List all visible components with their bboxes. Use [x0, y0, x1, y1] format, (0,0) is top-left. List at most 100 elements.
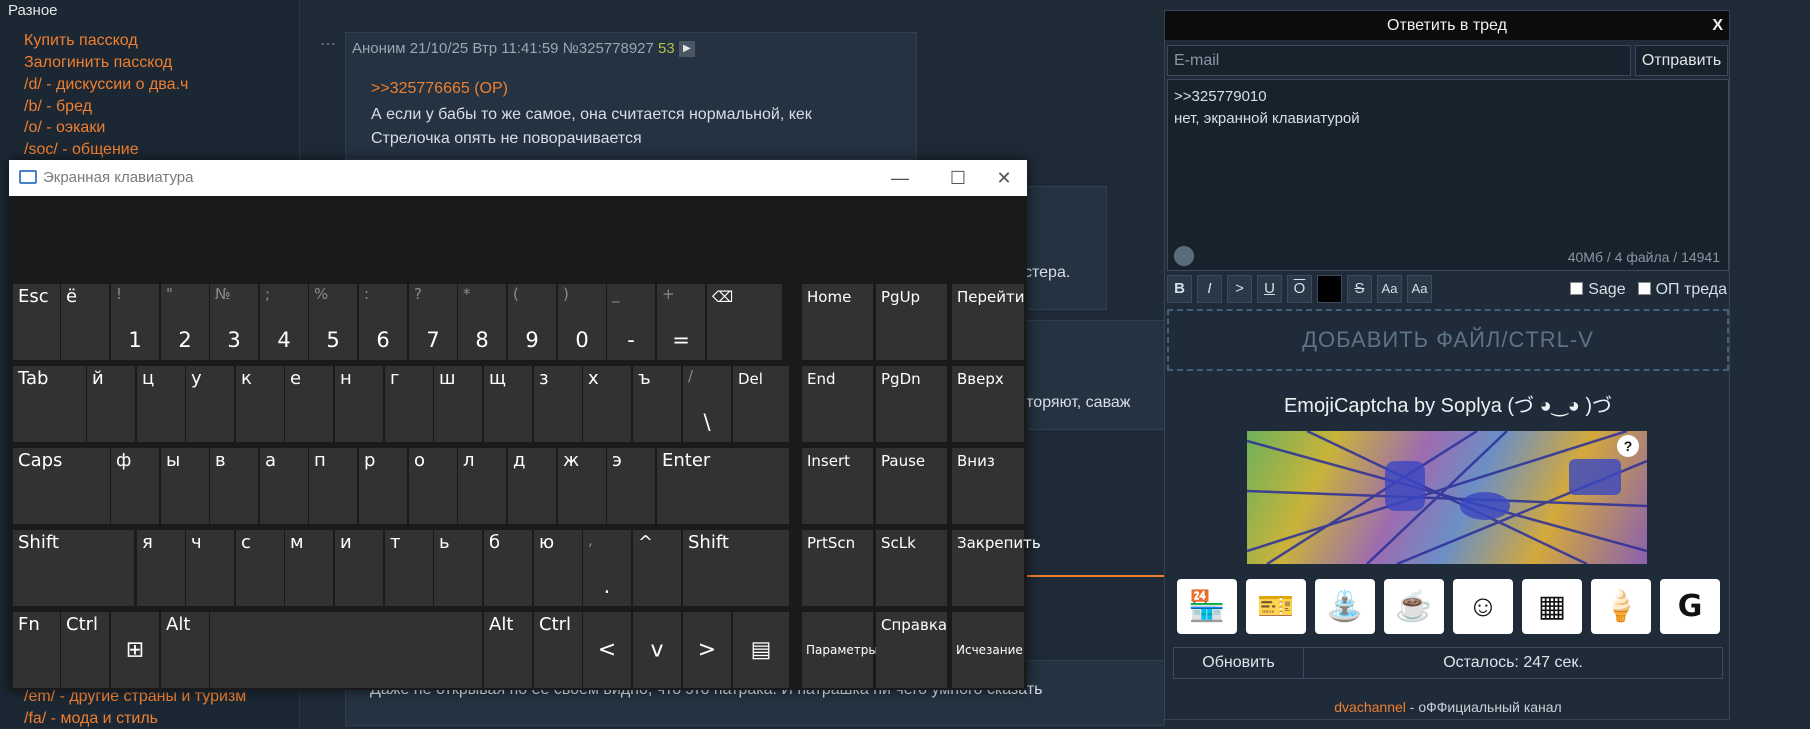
email-field[interactable]: E-mail [1167, 45, 1631, 76]
key-row1-6[interactable]: % 5 [309, 284, 357, 360]
key-up[interactable]: ^ [633, 530, 681, 606]
key-row5-4[interactable] [210, 612, 482, 688]
maximize-icon[interactable]: ☐ [935, 160, 981, 196]
send-button[interactable]: Отправить [1635, 45, 1728, 76]
key-row3-7[interactable]: о [409, 448, 457, 524]
key-nav-2-0[interactable]: Insert [802, 448, 873, 524]
key-row2-2[interactable]: ц [137, 366, 185, 442]
op-checkbox[interactable] [1637, 282, 1651, 295]
key-row5-0[interactable]: Fn [13, 612, 60, 688]
key-row1-5[interactable]: ; 4 [260, 284, 308, 360]
key-row4-9[interactable]: ю [534, 530, 582, 606]
sidebar-link-buy-passcode[interactable]: Купить пасскод [24, 32, 138, 50]
ice-cream-icon[interactable]: 🍦 [1591, 579, 1651, 634]
spoiler-button[interactable] [1317, 275, 1342, 303]
key-row2-5[interactable]: е [285, 366, 333, 442]
key-nav-0-1[interactable]: PgUp [876, 284, 947, 360]
key-nav-2-1[interactable]: Pause [876, 448, 947, 524]
key-row3-2[interactable]: ы [161, 448, 209, 524]
sidebar-link-soc[interactable]: /soc/ - общение [24, 141, 139, 159]
key-row5-9[interactable]: > [683, 612, 731, 688]
key-row1-0[interactable]: Esc [13, 284, 60, 360]
key-del[interactable]: Del [733, 366, 789, 442]
key-row2-9[interactable]: щ [484, 366, 532, 442]
key-row1-8[interactable]: ? 7 [409, 284, 457, 360]
key-row4-3[interactable]: с [236, 530, 284, 606]
key-row5-3[interactable]: Alt [161, 612, 209, 688]
key-row4-4[interactable]: м [285, 530, 333, 606]
strike-button[interactable]: S [1347, 275, 1372, 303]
key-nav-0-0[interactable]: Home [802, 284, 873, 360]
key-row3-12[interactable]: Enter [657, 448, 789, 524]
close-icon[interactable]: ✕ [981, 160, 1027, 196]
key-row5-5[interactable]: Alt [484, 612, 532, 688]
key-row1-2[interactable]: ! 1 [111, 284, 159, 360]
key-nav-4-0[interactable]: Параметры [802, 612, 878, 688]
reply-form-titlebar[interactable]: Ответить в тред X [1165, 11, 1729, 40]
add-file-dropzone[interactable]: ДОБАВИТЬ ФАЙЛ/CTRL-V [1167, 309, 1729, 371]
key-nav-3-1[interactable]: ScLk [876, 530, 947, 606]
bold-button[interactable]: B [1167, 275, 1192, 303]
sidebar-link-d[interactable]: /d/ - дискуссии о два.ч [24, 76, 188, 94]
key-row5-10[interactable]: ▤ [733, 612, 789, 688]
subscript-button[interactable]: Aa [1407, 275, 1432, 303]
sage-checkbox[interactable] [1570, 282, 1584, 295]
shop-icon[interactable]: 🏪 [1177, 579, 1237, 634]
sidebar-link-login-passcode[interactable]: Залогинить пасскод [24, 54, 172, 72]
key-row3-6[interactable]: р [359, 448, 407, 524]
key-row4-8[interactable]: б [484, 530, 532, 606]
key-row5-8[interactable]: v [633, 612, 681, 688]
post-reply-ref[interactable]: >>325776665 (OP) [371, 80, 508, 98]
key-row1-13[interactable]: + = [657, 284, 705, 360]
key-row3-9[interactable]: д [508, 448, 556, 524]
brick-wall-icon[interactable]: ▦ [1522, 579, 1582, 634]
post-menu-icon[interactable]: ⋯ [320, 34, 336, 54]
key-row2-3[interactable]: у [186, 366, 234, 442]
ticket-icon[interactable]: 🎫 [1246, 579, 1306, 634]
key-row4-5[interactable]: и [335, 530, 383, 606]
key-shift-right[interactable]: Shift [683, 530, 789, 606]
key-nav-1-0[interactable]: End [802, 366, 873, 442]
underline-button[interactable]: U [1257, 275, 1282, 303]
coffee-icon[interactable]: ☕ [1384, 579, 1444, 634]
key-row1-1[interactable]: ё [61, 284, 109, 360]
key-row3-11[interactable]: э [607, 448, 655, 524]
key-period[interactable]: ,. [583, 530, 631, 606]
key-row1-9[interactable]: * 8 [458, 284, 506, 360]
face-icon[interactable]: ☺ [1453, 579, 1513, 634]
key-nav-3-2[interactable]: Закрепить [952, 530, 1041, 606]
captcha-help-icon[interactable]: ? [1617, 435, 1639, 457]
key-row1-11[interactable]: ) 0 [558, 284, 606, 360]
key-row3-10[interactable]: ж [558, 448, 606, 524]
key-nav-4-1[interactable]: Справка [876, 612, 947, 688]
key-row4-7[interactable]: ь [434, 530, 482, 606]
key-row5-7[interactable]: < [583, 612, 631, 688]
key-row3-0[interactable]: Caps [13, 448, 110, 524]
key-row3-3[interactable]: в [210, 448, 258, 524]
key-backslash[interactable]: / \ [683, 366, 731, 442]
key-row2-11[interactable]: х [583, 366, 631, 442]
key-row4-2[interactable]: ч [186, 530, 234, 606]
key-row3-1[interactable]: ф [111, 448, 159, 524]
key-row2-8[interactable]: ш [434, 366, 482, 442]
post-number[interactable]: №325778927 [563, 40, 654, 57]
superscript-button[interactable]: Aa [1377, 275, 1402, 303]
key-row2-0[interactable]: Tab [13, 366, 86, 442]
key-row2-10[interactable]: з [534, 366, 582, 442]
key-nav-1-2[interactable]: Вверх [952, 366, 1024, 442]
sidebar-link-o[interactable]: /o/ - оэкаки [24, 119, 105, 137]
key-row1-4[interactable]: № 3 [210, 284, 258, 360]
refresh-button[interactable]: Обновить [1174, 648, 1304, 678]
footer-brand-link[interactable]: dvachannel [1334, 699, 1406, 715]
key-nav-3-0[interactable]: PrtScn [802, 530, 873, 606]
g-icon[interactable]: G [1660, 579, 1720, 634]
key-row2-7[interactable]: г [385, 366, 433, 442]
fountain-icon[interactable]: ⛲ [1315, 579, 1375, 634]
key-row1-14[interactable]: ⌫ [707, 284, 782, 360]
key-nav-2-2[interactable]: Вниз [952, 448, 1024, 524]
quote-button[interactable]: > [1227, 275, 1252, 303]
overline-button[interactable]: O [1287, 275, 1312, 303]
key-row1-7[interactable]: :6 [359, 284, 407, 360]
sage-option[interactable]: Sage [1570, 281, 1626, 299]
key-nav-0-2[interactable]: Перейти [952, 284, 1025, 360]
